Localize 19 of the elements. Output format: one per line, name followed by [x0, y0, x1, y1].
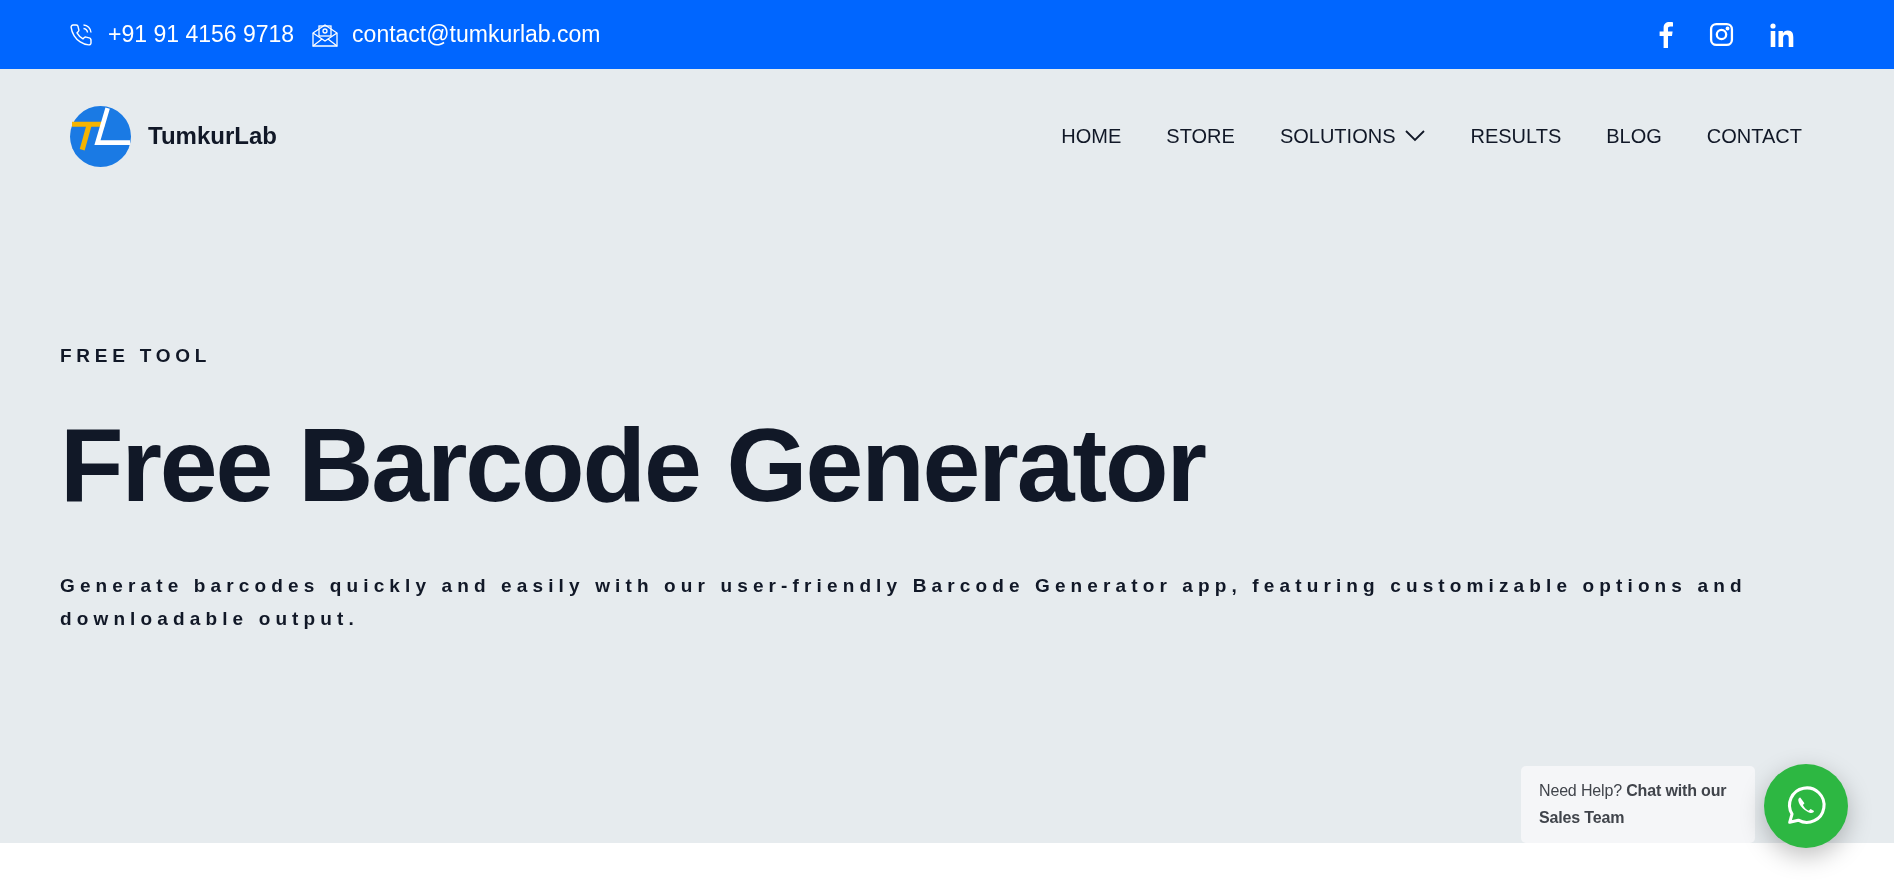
chat-prompt[interactable]: Need Help? Chat with our Sales Team: [1521, 766, 1755, 843]
linkedin-icon[interactable]: [1770, 22, 1794, 47]
nav-link[interactable]: STORE: [1166, 121, 1235, 151]
email-link[interactable]: contact@tumkurlab.com: [352, 17, 601, 52]
envelope-icon: [312, 22, 339, 47]
phone-number[interactable]: +91 91 4156 9718: [108, 17, 295, 52]
hero-title: Free Barcode Generator: [60, 412, 1207, 517]
nav-link[interactable]: CONTACT: [1706, 121, 1802, 151]
nav-link[interactable]: RESULTS: [1470, 121, 1562, 151]
logo-icon[interactable]: [70, 105, 131, 167]
nav-link[interactable]: HOME: [1061, 121, 1122, 151]
eyebrow-label: FREE TOOL: [60, 344, 213, 368]
nav-link[interactable]: SOLUTIONS: [1279, 121, 1426, 151]
instagram-icon[interactable]: [1709, 22, 1734, 47]
nav-link[interactable]: BLOG: [1606, 121, 1662, 151]
facebook-icon[interactable]: [1659, 21, 1673, 48]
phone-icon: [69, 22, 93, 47]
brand-name[interactable]: TumkurLab: [148, 118, 277, 154]
hero-subtitle: Generate barcodes quickly and easily with our user-friendly Barcode Generator app, featuring customizable options and downloadable output.: [60, 573, 1748, 631]
